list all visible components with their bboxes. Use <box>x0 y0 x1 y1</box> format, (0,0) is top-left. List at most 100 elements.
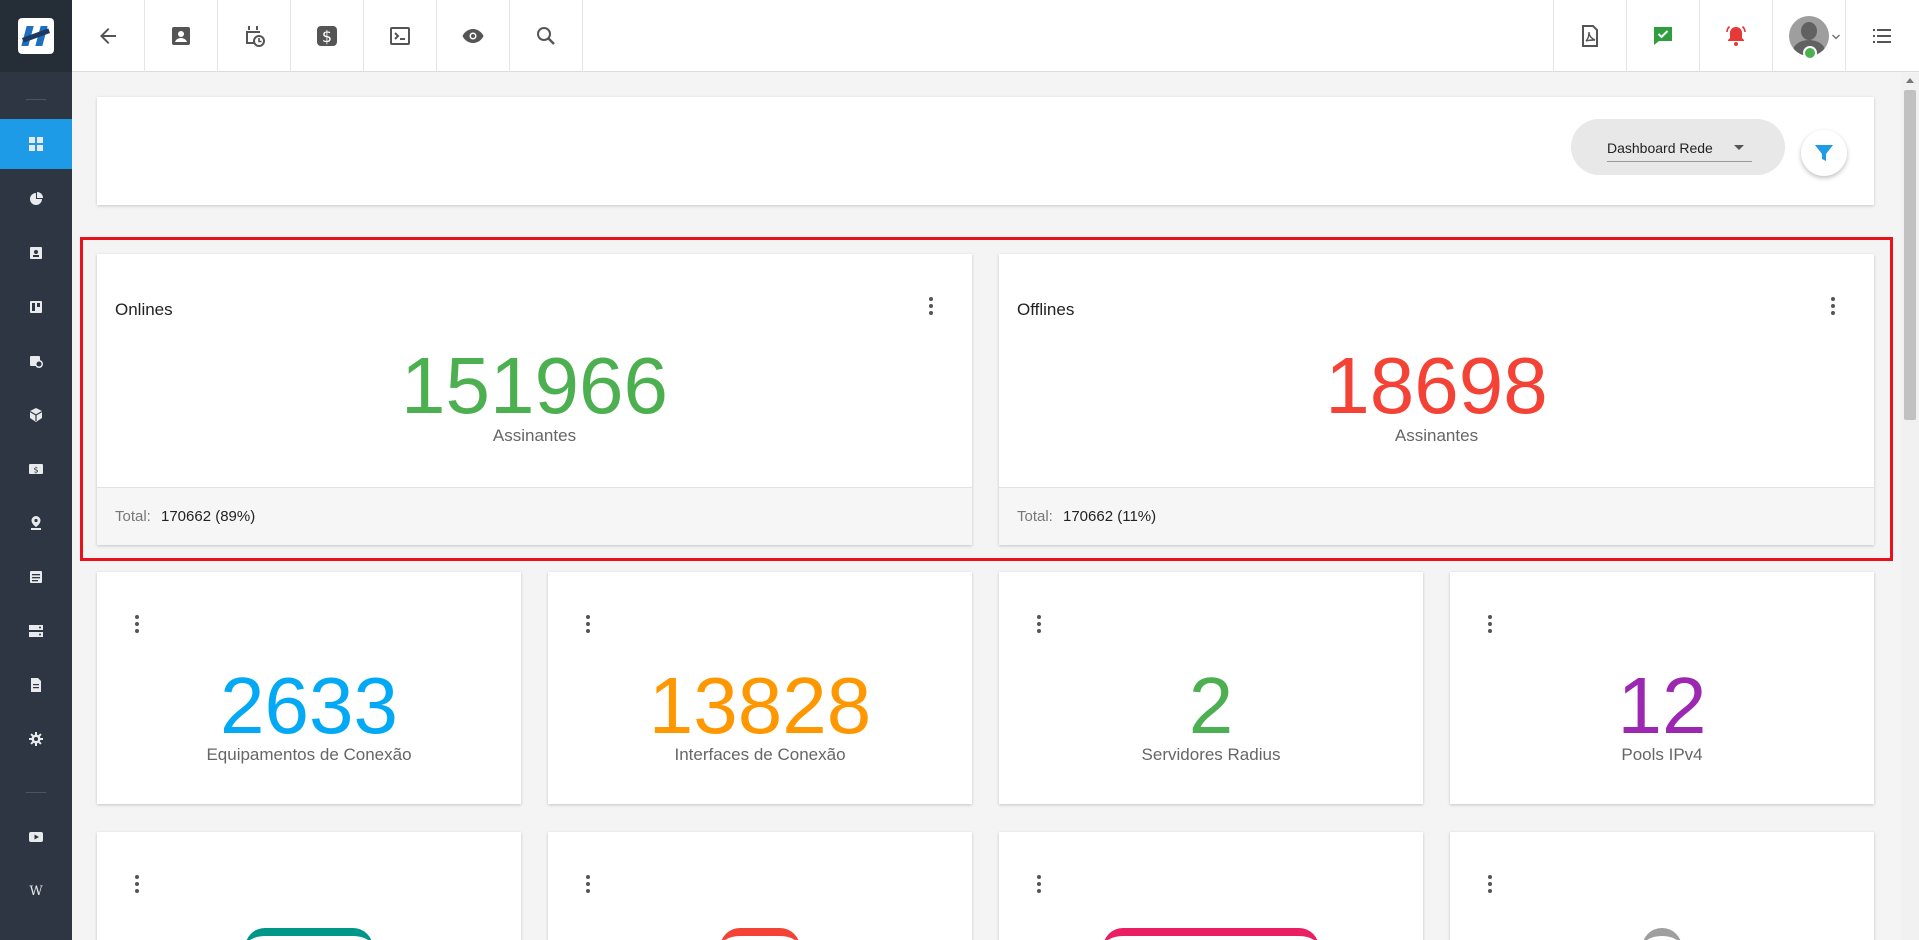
offlines-card: Offlines 18698 Assinantes Total: 170662 … <box>999 254 1874 545</box>
equipamentos-subtitle: Equipamentos de Conexão <box>206 745 412 764</box>
scrollbar-thumb[interactable] <box>1904 90 1916 420</box>
money-icon: $ <box>29 464 43 475</box>
sidebar-item-wiki[interactable]: W <box>0 866 72 916</box>
more-options-icon[interactable] <box>578 612 598 636</box>
terminal-icon <box>390 27 410 45</box>
online-status-dot <box>1803 46 1817 60</box>
sidebar-item-files[interactable] <box>0 660 72 710</box>
onlines-card: Onlines 151966 Assinantes Total: 170662 … <box>97 254 972 545</box>
interfaces-subtitle: Interfaces de Conexão <box>674 745 846 764</box>
dashboard-select-value: Dashboard Rede <box>1607 140 1713 156</box>
clipped-number <box>1642 928 1682 940</box>
contact-card-icon <box>172 27 190 45</box>
menu-button[interactable] <box>1845 0 1918 72</box>
sidebar-item-financial[interactable]: $ <box>0 444 72 494</box>
sidebar-item-settings[interactable] <box>0 714 72 764</box>
box-icon <box>29 408 43 422</box>
offlines-subtitle: Assinantes <box>1394 426 1479 445</box>
clipped-number <box>720 928 800 940</box>
more-options-icon[interactable] <box>1029 872 1049 896</box>
offlines-value: 18698 <box>1325 341 1548 430</box>
sidebar-item-videos[interactable] <box>0 812 72 862</box>
card-footer: Total: 170662 (89%) <box>97 487 972 545</box>
clipped-number <box>245 928 373 940</box>
stat-card <box>999 832 1423 940</box>
calendar-clock-icon <box>246 26 265 47</box>
more-options-icon[interactable] <box>127 612 147 636</box>
sidebar-item-inventory[interactable] <box>0 390 72 440</box>
pie-chart-icon <box>30 192 43 205</box>
card-footer: Total: 170662 (11%) <box>999 487 1874 545</box>
more-options-icon[interactable] <box>1029 612 1049 636</box>
stat-card <box>97 832 521 940</box>
select-underline <box>1607 161 1752 162</box>
more-options-icon[interactable] <box>1823 294 1843 318</box>
dashboard-icon <box>29 137 43 151</box>
stat-card <box>1450 832 1874 940</box>
scroll-up-arrow[interactable] <box>1906 78 1914 83</box>
server-icon <box>29 625 43 637</box>
more-options-icon[interactable] <box>127 872 147 896</box>
tasks-button[interactable] <box>1626 0 1699 72</box>
back-button[interactable] <box>72 0 145 72</box>
sidebar-item-servers[interactable] <box>0 606 72 656</box>
sidebar-item-documents[interactable] <box>0 552 72 602</box>
total-label: Total: <box>1017 508 1053 525</box>
more-options-icon[interactable] <box>578 872 598 896</box>
pdf-button[interactable] <box>1553 0 1626 72</box>
equipamentos-value: 2633 <box>220 661 398 750</box>
more-options-icon[interactable] <box>1480 612 1500 636</box>
chevron-down-icon <box>1832 34 1840 40</box>
top-toolbar: $ <box>72 0 1919 72</box>
total-value: 170662 (11%) <box>1063 508 1157 525</box>
sidebar-item-more[interactable] <box>0 920 72 940</box>
onlines-subtitle: Assinantes <box>492 426 577 445</box>
search-button[interactable] <box>510 0 583 72</box>
sidebar-item-board[interactable] <box>0 282 72 332</box>
svg-text:$: $ <box>33 466 38 475</box>
contacts-button[interactable] <box>145 0 218 72</box>
terminal-button[interactable] <box>364 0 437 72</box>
logo-icon <box>18 18 54 54</box>
list-icon <box>1873 29 1891 43</box>
sidebar: $ W <box>0 0 72 940</box>
clipped-number <box>1103 928 1319 940</box>
scheduling-button[interactable] <box>218 0 291 72</box>
servidores-subtitle: Servidores Radius <box>1141 745 1281 764</box>
financial-button[interactable]: $ <box>291 0 364 72</box>
sidebar-item-map[interactable] <box>0 498 72 548</box>
pools-subtitle: Pools IPv4 <box>1621 745 1703 764</box>
eye-icon <box>462 29 484 43</box>
total-value: 170662 (89%) <box>161 508 256 525</box>
bell-alert-icon <box>1726 25 1746 46</box>
board-icon <box>30 301 42 313</box>
filter-button[interactable] <box>1801 130 1847 176</box>
dashboard-select[interactable]: Dashboard Rede <box>1571 119 1785 175</box>
equipamentos-card: 2633 Equipamentos de Conexão <box>97 572 521 804</box>
sidebar-divider <box>26 792 46 793</box>
onlines-value: 151966 <box>401 341 668 430</box>
sidebar-item-schedule[interactable] <box>0 336 72 386</box>
alerts-button[interactable] <box>1699 0 1772 72</box>
app-logo[interactable] <box>0 0 72 72</box>
pdf-icon <box>1582 25 1598 47</box>
sidebar-item-dashboard[interactable] <box>0 119 72 169</box>
contact-card-icon <box>30 247 42 259</box>
more-options-icon[interactable] <box>921 294 941 318</box>
sidebar-item-contacts[interactable] <box>0 228 72 278</box>
sidebar-item-reports[interactable] <box>0 174 72 224</box>
gear-icon <box>29 732 43 746</box>
caret-down-icon <box>1734 145 1744 150</box>
user-menu-button[interactable] <box>1772 0 1845 72</box>
servidores-card: 2 Servidores Radius <box>999 572 1423 804</box>
chat-check-icon <box>1654 27 1672 45</box>
search-icon <box>537 27 555 45</box>
servidores-value: 2 <box>1188 661 1234 750</box>
wiki-icon: W <box>29 883 43 899</box>
view-button[interactable] <box>437 0 510 72</box>
sidebar-divider <box>26 99 46 100</box>
total-label: Total: <box>115 508 151 525</box>
pools-card: 12 Pools IPv4 <box>1450 572 1874 804</box>
more-options-icon[interactable] <box>1480 872 1500 896</box>
pools-value: 12 <box>1617 661 1707 750</box>
